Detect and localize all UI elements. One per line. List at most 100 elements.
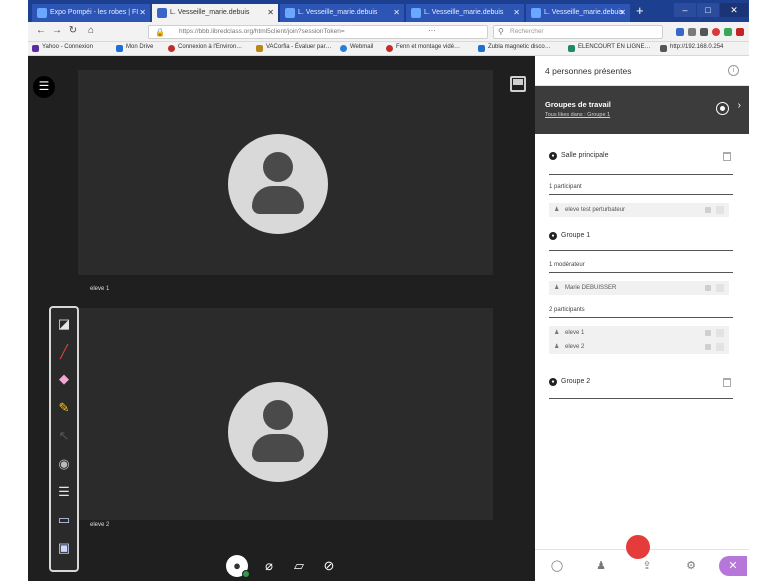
bookmark-item[interactable]: Zubla magnetic disco… xyxy=(478,44,551,52)
layout-icon[interactable] xyxy=(510,76,526,92)
video-tile[interactable] xyxy=(78,308,493,520)
info-icon[interactable]: i xyxy=(728,65,739,76)
reload-icon[interactable]: ↻ xyxy=(66,25,80,36)
extension-icon[interactable] xyxy=(712,28,720,36)
options-icon[interactable] xyxy=(716,206,724,214)
maximize-icon[interactable]: □ xyxy=(697,3,719,17)
lock-icon: 🔒 xyxy=(155,28,165,37)
favicon-icon xyxy=(37,8,47,18)
participant-item[interactable]: ♟ Marie DEBUISSER xyxy=(549,281,729,295)
monitor-icon[interactable]: ▭ xyxy=(56,512,72,528)
bookmark-label: Zubla magnetic disco… xyxy=(488,44,551,50)
bookmark-item[interactable]: Connexion à l'Environ… xyxy=(168,44,243,52)
forward-icon[interactable]: → xyxy=(50,25,64,36)
room-title: ● Groupe 1 xyxy=(549,232,590,240)
menu-icon[interactable]: ☰ xyxy=(33,76,55,98)
divider xyxy=(549,194,733,195)
line-width-icon[interactable]: ☰ xyxy=(56,484,72,500)
color-picker-icon[interactable]: ◉ xyxy=(56,456,72,472)
section-label: 1 modérateur xyxy=(549,262,585,268)
record-indicator xyxy=(626,535,650,559)
bookmark-item[interactable]: Yahoo - Connexion xyxy=(32,44,93,52)
participant-item[interactable]: ♟ eleve 1 xyxy=(549,326,729,340)
trash-icon[interactable] xyxy=(723,378,731,387)
bookmark-label: Connexion à l'Environ… xyxy=(178,44,243,50)
bookmark-item[interactable]: Webmail xyxy=(340,44,373,52)
conference-main-area: ☰ eleve 1 eleve 2 ◪ ╱ ◆ ✎ ↖ ◉ ☰ ▭ ▣ ● ⌀ … xyxy=(28,56,535,581)
close-tab-icon[interactable]: ✕ xyxy=(619,4,626,22)
browser-tab[interactable]: L. Vesseille_marie.debuis ✕ xyxy=(526,4,630,22)
browser-tab-active[interactable]: L. Vesseille_marie.debuis ✕ xyxy=(152,4,278,22)
mic-icon[interactable] xyxy=(705,207,711,213)
options-icon[interactable] xyxy=(716,284,724,292)
bookmark-icon xyxy=(660,45,667,52)
highlighter-icon[interactable]: ✎ xyxy=(56,400,72,416)
participants-panel: 4 personnes présentes i Groupes de trava… xyxy=(535,56,749,581)
extension-icon[interactable] xyxy=(736,28,744,36)
camera-off-icon[interactable]: ▱ xyxy=(288,555,310,577)
extension-icon[interactable] xyxy=(724,28,732,36)
page-actions-icon[interactable]: ··· xyxy=(428,26,436,35)
share-off-icon[interactable]: ⊘ xyxy=(318,555,340,577)
close-tab-icon[interactable]: ✕ xyxy=(139,4,146,22)
tab-title: L. Vesseille_marie.debuis xyxy=(424,9,504,16)
tile-name: eleve 2 xyxy=(90,522,110,528)
search-input[interactable]: ⚲ Rechercher xyxy=(493,25,663,39)
browser-tab[interactable]: L. Vesseille_marie.debuis ✕ xyxy=(280,4,404,22)
browser-tab[interactable]: Expo Pompéi - les robes | FI ✕ xyxy=(32,4,150,22)
mic-off-icon[interactable]: ⌀ xyxy=(258,555,280,577)
sidebar-icon[interactable] xyxy=(700,28,708,36)
bookmark-icon xyxy=(256,45,263,52)
close-tab-icon[interactable]: ✕ xyxy=(267,4,274,22)
bookmark-icon xyxy=(116,45,123,52)
plus-icon[interactable]: + xyxy=(636,3,644,18)
chat-icon[interactable]: ◯ xyxy=(549,558,565,574)
bookmark-item[interactable]: ELENCOURT EN LIGNE… xyxy=(568,44,651,52)
download-icon[interactable] xyxy=(676,28,684,36)
options-icon[interactable] xyxy=(716,329,724,337)
mic-icon[interactable] xyxy=(705,344,711,350)
settings-icon[interactable]: ⚙ xyxy=(683,558,699,574)
minimize-icon[interactable]: – xyxy=(674,3,696,17)
participant-item[interactable]: ♟ eleve test perturbateur xyxy=(549,203,729,217)
bookmark-label: Fenn et montage vidé… xyxy=(396,44,461,50)
bookmark-item[interactable]: Mon Drive xyxy=(116,44,153,52)
video-tile[interactable] xyxy=(78,70,493,275)
browser-tab[interactable]: L. Vesseille_marie.debuis ✕ xyxy=(406,4,524,22)
pointer-icon[interactable]: ↖ xyxy=(56,428,72,444)
user-status-icon[interactable]: ● xyxy=(226,555,250,578)
participants-icon[interactable]: ♟ xyxy=(593,558,609,574)
eraser-icon[interactable]: ◆ xyxy=(56,371,72,387)
divider xyxy=(549,174,733,175)
breakout-groups-bar[interactable]: Groupes de travail Tous likes dans : Gro… xyxy=(535,86,749,134)
close-tab-icon[interactable]: ✕ xyxy=(393,4,400,22)
favicon-icon xyxy=(157,8,167,18)
mic-icon[interactable] xyxy=(705,330,711,336)
bookmark-item[interactable]: VACorfia - Évaluer par… xyxy=(256,44,332,52)
mic-icon[interactable] xyxy=(705,285,711,291)
library-icon[interactable] xyxy=(688,28,696,36)
close-window-icon[interactable]: ✕ xyxy=(720,3,748,17)
screen-share-icon[interactable]: ▣ xyxy=(56,540,72,556)
back-icon[interactable]: ← xyxy=(34,25,48,36)
bookmark-item[interactable]: http://192.168.0.254 xyxy=(660,44,723,52)
bookmark-label: ELENCOURT EN LIGNE… xyxy=(578,44,651,50)
address-bar[interactable]: 🔒 https://bbb.libredclass.org/html5clien… xyxy=(148,25,488,39)
shapes-icon[interactable]: ◪ xyxy=(56,316,72,332)
user-body-icon xyxy=(252,434,304,462)
chevron-right-icon[interactable]: › xyxy=(738,100,741,111)
close-icon[interactable]: ✕ xyxy=(719,556,747,576)
participant-item[interactable]: ♟ eleve 2 xyxy=(549,340,729,354)
bookmark-item[interactable]: Fenn et montage vidé… xyxy=(386,44,461,52)
record-toggle-icon[interactable] xyxy=(716,102,729,115)
close-tab-icon[interactable]: ✕ xyxy=(513,4,520,22)
pen-icon[interactable]: ╱ xyxy=(56,344,72,360)
bookmark-icon xyxy=(386,45,393,52)
bookmark-icon xyxy=(340,45,347,52)
groups-subtitle[interactable]: Tous likes dans : Groupe 1 xyxy=(545,112,610,118)
home-icon[interactable]: ⌂ xyxy=(84,25,98,36)
tab-title: L. Vesseille_marie.debuis xyxy=(170,9,250,16)
trash-icon[interactable] xyxy=(723,152,731,161)
options-icon[interactable] xyxy=(716,343,724,351)
share-icon[interactable]: ⇪ xyxy=(639,558,655,574)
